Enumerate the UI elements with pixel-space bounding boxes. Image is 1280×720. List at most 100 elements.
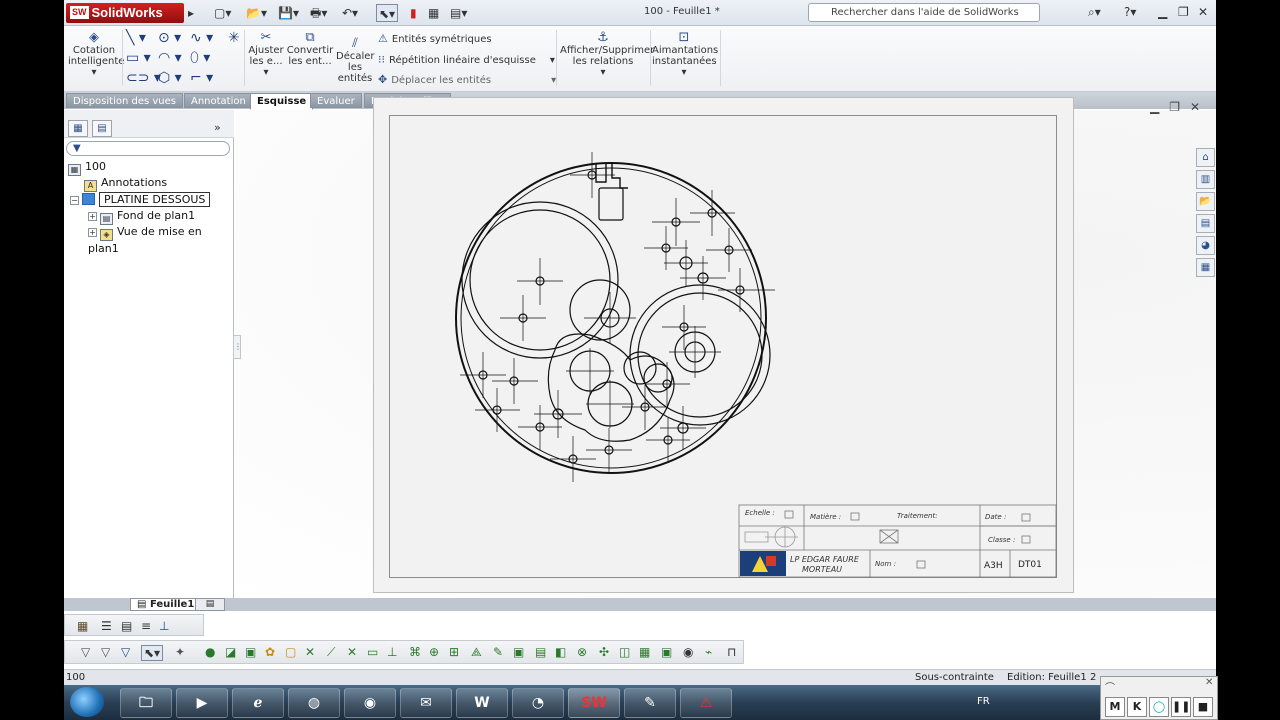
windows-taskbar: 🗀 ▶ ℯ ◍ ◉ ✉ W ◔ SW ✎ ⚠	[64, 685, 1216, 720]
filter-datums-icon[interactable]: ▣	[513, 645, 524, 659]
add-sheet-icon[interactable]: ▤	[195, 598, 225, 611]
drawing-document-icon: ▦	[68, 164, 81, 176]
tree-annotations-label: Annotations	[101, 176, 168, 189]
filter-icon: ▼	[73, 143, 81, 154]
taskbar-acrobat-icon[interactable]: ⚠	[680, 688, 732, 718]
recorder-stop-icon[interactable]: ■	[1193, 697, 1213, 717]
taskbar-media-player-icon[interactable]: ▶	[176, 688, 228, 718]
rename-field[interactable]: PLATINE DESSOUS	[99, 192, 211, 207]
selection-mode-icon[interactable]: ✦	[175, 645, 185, 659]
taskbar-firefox-icon[interactable]: ◍	[288, 688, 340, 718]
taskbar-thunderbird-icon[interactable]: ✉	[400, 688, 452, 718]
filter-dimensions-icon[interactable]: ⊕	[429, 645, 439, 659]
layer-properties-icon[interactable]: ▦	[77, 619, 88, 633]
taskbar-ie-icon[interactable]: ℯ	[232, 688, 284, 718]
filter-tables-icon[interactable]: ▦	[639, 645, 650, 659]
line-thickness-icon[interactable]: ≡	[141, 619, 151, 633]
filter-sketch-points-icon[interactable]: ⊥	[387, 645, 397, 659]
panel-splitter[interactable]: ⋮	[233, 335, 242, 359]
filter-select-all-icon[interactable]: ▽	[121, 645, 130, 659]
filter-views-icon[interactable]: ▣	[661, 645, 672, 659]
start-button[interactable]	[70, 687, 104, 717]
top-notch	[595, 163, 628, 189]
tree-fond-de-plan[interactable]: + ▤ Fond de plan1	[88, 208, 196, 225]
school-name-line1: LP EDGAR FAURE	[790, 555, 860, 564]
tree-root[interactable]: ▦ 100	[68, 159, 106, 176]
filter-blocks-icon[interactable]: ◫	[619, 645, 630, 659]
sheet-tab-label: Feuille1	[149, 599, 195, 610]
collapse-icon[interactable]: −	[70, 196, 79, 205]
filter-faces-icon[interactable]: ▣	[245, 645, 256, 659]
annotations-icon: A	[84, 180, 97, 192]
taskbar-word-icon[interactable]: W	[456, 688, 508, 718]
filter-connection-points-icon[interactable]: ⊓	[727, 645, 736, 659]
expand-icon[interactable]: +	[88, 228, 97, 237]
filter-welds-icon[interactable]: ⟁	[471, 645, 482, 660]
mid-circle	[569, 279, 631, 341]
filter-toggle-icon[interactable]: ▽	[81, 645, 90, 659]
taskbar-app-icon[interactable]: ◔	[512, 688, 564, 718]
taskbar-chrome-icon[interactable]: ◉	[344, 688, 396, 718]
filter-gtol-icon[interactable]: ▤	[535, 645, 546, 659]
filter-datum-targets-icon[interactable]: ⊗	[577, 645, 587, 659]
filter-center-marks-icon[interactable]: ⌘	[409, 645, 421, 659]
status-bar: 100 Sous-contrainte Edition: Feuille1 2	[64, 669, 1216, 685]
filter-clear-icon[interactable]: ▽	[101, 645, 110, 659]
language-indicator[interactable]: FR	[977, 696, 990, 707]
filter-sketch-segments-icon[interactable]: ▭	[367, 645, 378, 659]
property-manager-tab-icon[interactable]: ▤	[92, 120, 112, 137]
sheet-tab-bar	[64, 598, 1216, 611]
tree-annotations[interactable]: A Annotations	[84, 175, 168, 192]
traitement-label: Traitement:	[897, 512, 938, 520]
line-format-icon[interactable]: ☰	[101, 619, 112, 633]
filter-notes-icon[interactable]: ✎	[493, 645, 503, 659]
status-edition: Edition: Feuille1	[1007, 672, 1087, 683]
recorder-webcam-icon[interactable]: ◯	[1149, 697, 1169, 717]
echelle-label: Echelle :	[745, 509, 775, 517]
recorder-m-button[interactable]: M	[1105, 697, 1125, 717]
tree-root-label: 100	[85, 160, 106, 173]
filter-points-icon[interactable]: ✕	[347, 645, 357, 659]
filter-solids-icon[interactable]: ▢	[285, 645, 296, 659]
filter-surfaces-icon[interactable]: ✿	[265, 645, 275, 659]
recorder-overlay: ⌒ ✕ M K ◯ ❚❚ ■	[1100, 676, 1218, 720]
filter-surface-finish-icon[interactable]: ⊞	[449, 645, 459, 659]
sheet-icon: ▤	[137, 599, 150, 610]
date-label: Date :	[985, 513, 1006, 521]
tree-vue-mise-en-plan[interactable]: + ◈ Vue de mise en plan1	[88, 224, 233, 255]
taskbar-explorer-icon[interactable]: 🗀	[120, 688, 172, 718]
expand-icon[interactable]: +	[88, 212, 97, 221]
expand-panel-icon[interactable]: »	[214, 121, 221, 134]
dimension-align-icon[interactable]: ⊥	[159, 619, 169, 633]
matiere-label: Matière :	[810, 513, 841, 521]
recorder-k-button[interactable]: K	[1127, 697, 1147, 717]
feature-tree-tab-icon[interactable]: ▦	[68, 120, 88, 137]
taskbar-tool-icon[interactable]: ✎	[624, 688, 676, 718]
recorder-drag-icon[interactable]: ⌒	[1105, 679, 1115, 694]
filter-edges-icon[interactable]: ◪	[225, 645, 236, 659]
pocket-outline	[547, 333, 675, 442]
format-label: A3H	[984, 561, 1003, 571]
filter-axes-icon[interactable]: ✕	[305, 645, 315, 659]
select-pointer-icon[interactable]: ⬉▾	[141, 645, 164, 661]
classe-label: Classe :	[988, 536, 1015, 544]
filter-hole-callouts-icon[interactable]: ◉	[683, 645, 693, 659]
line-style-icon[interactable]: ▤	[121, 619, 132, 633]
status-constraint: Sous-contrainte	[915, 672, 994, 683]
filter-vertices-icon[interactable]: ●	[205, 645, 215, 659]
tree-platine-dessous[interactable]: − PLATINE DESSOUS	[70, 192, 211, 208]
taskbar-solidworks-icon[interactable]: SW	[568, 688, 620, 718]
filter-weld-beads-icon[interactable]: ⌁	[705, 645, 712, 659]
filter-cosmetic-threads-icon[interactable]: ✣	[599, 645, 609, 659]
sheet-tab-feuille1[interactable]: ▤ Feuille1	[130, 598, 202, 611]
tree-filter-input[interactable]: ▼	[66, 141, 230, 156]
selection-filter-toolbar: ▽ ▽ ▽ ⬉▾ ✦ ● ◪ ▣ ✿ ▢ ✕ ⟋ ✕ ▭ ⊥ ⌘ ⊕ ⊞ ⟁ ✎…	[64, 640, 744, 664]
recorder-close-icon[interactable]: ✕	[1205, 677, 1213, 688]
recorder-pause-icon[interactable]: ❚❚	[1171, 697, 1191, 717]
drawing-toolbar: ▦ ☰ ▤ ≡ ⊥	[64, 614, 204, 636]
nom-label: Nom :	[875, 560, 896, 568]
tree-fond-label: Fond de plan1	[117, 209, 196, 222]
filter-balloons-icon[interactable]: ◧	[555, 645, 566, 659]
wheel-outer	[629, 284, 771, 426]
filter-planes-icon[interactable]: ⟋	[327, 645, 335, 660]
